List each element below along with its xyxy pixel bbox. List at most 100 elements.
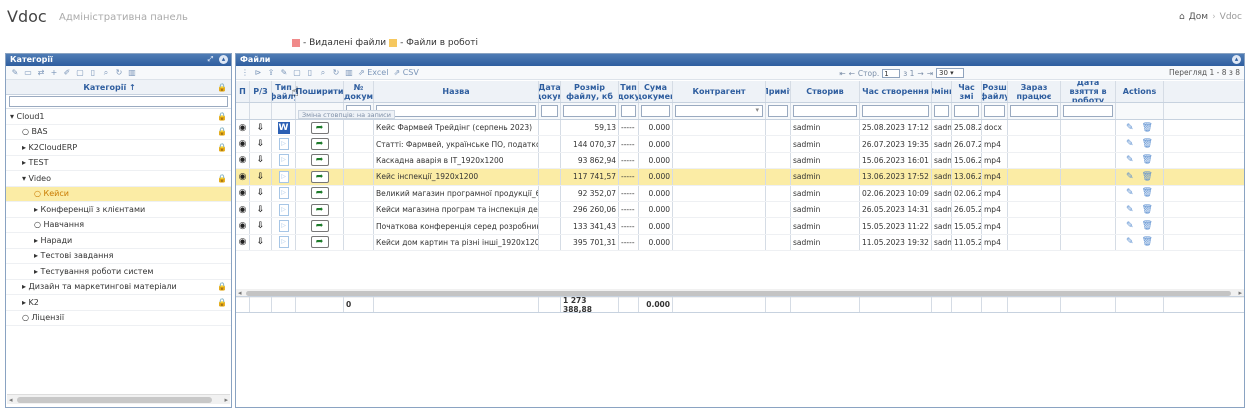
column-header[interactable]: Поширити [296,81,344,102]
filter-input[interactable] [641,105,670,117]
category-item[interactable]: ▸ Дизайн та маркетингові матеріали 🔒 [6,280,231,295]
filter-select[interactable] [675,105,763,117]
csv-export-button[interactable]: ⇗ CSV [393,68,418,77]
filter-input[interactable] [621,105,636,117]
category-item[interactable]: ▾ Video 🔒 [6,171,231,187]
column-header[interactable]: Контрагент [673,81,766,102]
search-icon[interactable]: ⌕ [319,68,327,78]
edit-icon[interactable]: ✎ [1126,237,1134,247]
first-page-icon[interactable]: ⇤ [839,69,845,78]
page-input[interactable]: 1 [882,68,901,78]
filter-input[interactable] [793,105,857,117]
collapse-icon[interactable]: ▴ [1232,55,1241,64]
download-icon[interactable]: ⇩ [257,221,265,231]
copy-icon[interactable]: ▢ [293,68,301,77]
edit-icon[interactable]: ✎ [1126,172,1134,182]
prev-page-icon[interactable]: ← [849,69,855,78]
preview-icon[interactable]: ⊳ [254,68,262,77]
page-size-select[interactable]: 30 ▾ [936,68,964,78]
filter-input[interactable] [1063,105,1113,117]
search-icon[interactable]: ⌕ [102,68,110,78]
table-row[interactable]: ◉ ⇩ W ➦ Кейс Фармвей Трейдінг (серпень 2023)… [236,120,1244,137]
category-item[interactable]: ▸ Тестування роботи систем [6,264,231,280]
eye-icon[interactable]: ◉ [239,221,247,231]
filter-input[interactable] [984,105,1005,117]
edit-icon[interactable]: ✎ [1126,221,1134,231]
eye-icon[interactable]: ◉ [239,205,247,215]
delete-icon[interactable]: ▯ [306,68,314,77]
categories-scrollbar[interactable]: ◂ ▸ [7,394,230,404]
edit-icon[interactable]: ✎ [1126,139,1134,149]
column-header[interactable]: Розмір файлу, кб [561,81,619,102]
delete-icon[interactable]: ▯ [89,68,97,77]
category-item[interactable]: ○ BAS 🔒 [6,125,231,140]
column-header[interactable]: Час створення [860,81,932,102]
column-header[interactable]: Дата докум [539,81,561,102]
columns-icon[interactable]: ▥ [345,68,353,77]
copy-icon[interactable]: ▢ [76,68,84,77]
filter-input[interactable] [376,105,536,117]
share-button[interactable]: ➦ [310,220,329,233]
scrollbar-thumb[interactable] [17,397,212,403]
category-item[interactable]: ○ Навчання [6,218,231,233]
table-row[interactable]: ◉ ⇩ ▷ ➦ Кейси магазина програм та інспекція … [236,201,1244,219]
share-button[interactable]: ➦ [310,187,329,200]
eye-icon[interactable]: ◉ [239,123,247,133]
folder-icon[interactable]: ▭ [24,68,32,77]
table-row[interactable]: ◉ ⇩ ▷ ➦ Каскадна аварія в IT_1920x1200 93 862… [236,152,1244,170]
last-page-icon[interactable]: ⇥ [927,69,933,78]
category-item[interactable]: ▸ Наради [6,233,231,249]
breadcrumb-home[interactable]: Дом [1189,12,1208,22]
filter-input[interactable] [768,105,788,117]
column-header[interactable]: Приміт [766,81,791,102]
scroll-left-icon[interactable]: ◂ [9,395,13,405]
column-header[interactable]: Сума докумен [639,81,673,102]
table-row[interactable]: ◉ ⇩ ▷ ➦ Статті: Фармвей, українське ПО, пода… [236,136,1244,153]
column-header[interactable]: П [236,81,250,102]
edit-icon[interactable]: ✎ [1126,155,1134,165]
upload-icon[interactable]: ⇪ [267,68,275,77]
column-header[interactable]: Р/З [250,81,272,102]
columns-icon[interactable]: ▥ [128,68,136,77]
column-header[interactable]: Дата взяття в роботу [1061,81,1116,102]
refresh-icon[interactable]: ↻ [332,68,340,77]
eye-icon[interactable]: ◉ [239,237,247,247]
share-button[interactable]: ➦ [310,154,329,167]
delete-icon[interactable]: 🗑 [1142,139,1153,149]
share-button[interactable]: ➦ [310,203,329,216]
move-icon[interactable]: ⇄ [37,68,45,77]
download-icon[interactable]: ⇩ [257,237,265,247]
table-row[interactable]: ◉ ⇩ ▷ ➦ Кейс інспекції_1920x1200 117 741,57 --… [236,169,1244,186]
download-icon[interactable]: ⇩ [257,188,265,198]
category-item[interactable]: ○ Ліцензії [6,311,231,326]
add-icon[interactable]: + [50,68,58,77]
share-button[interactable]: ➦ [310,236,329,249]
edit-icon[interactable]: ✎ [1126,188,1134,198]
download-icon[interactable]: ⇩ [257,155,265,165]
download-icon[interactable]: ⇩ [257,205,265,215]
filter-input[interactable] [954,105,979,117]
filter-input[interactable] [862,105,929,117]
table-row[interactable]: ◉ ⇩ ▷ ➦ Великий магазин програмної продукції… [236,185,1244,202]
filter-input[interactable] [934,105,949,117]
delete-icon[interactable]: 🗑 [1142,237,1153,247]
table-row[interactable]: ◉ ⇩ ▷ ➦ Кейси дом картин та різні інші_1920x… [236,234,1244,252]
column-header[interactable]: Час змі [952,81,982,102]
column-header[interactable]: Зараз працює [1008,81,1061,102]
drag-icon[interactable]: ⋮ [241,68,249,77]
filter-input[interactable] [563,105,616,117]
edit-icon[interactable]: ✎ [11,68,19,77]
eye-icon[interactable]: ◉ [239,172,247,182]
scroll-right-icon[interactable]: ▸ [224,395,228,405]
delete-icon[interactable]: 🗑 [1142,123,1153,133]
categories-column-header[interactable]: Категорії ↑ 🔒 [6,80,231,95]
category-item[interactable]: ▸ Конференції з клієнтами [6,202,231,218]
next-page-icon[interactable]: → [917,69,923,78]
column-header[interactable]: Тип доку [619,81,639,102]
expand-icon[interactable]: ⤢ [206,55,215,64]
share-button[interactable]: ➦ [310,121,329,134]
rename-icon[interactable]: ✐ [63,68,71,77]
excel-export-button[interactable]: ⇗ Excel [358,68,388,77]
filter-input[interactable] [541,105,558,117]
column-header[interactable]: Створив [791,81,860,102]
